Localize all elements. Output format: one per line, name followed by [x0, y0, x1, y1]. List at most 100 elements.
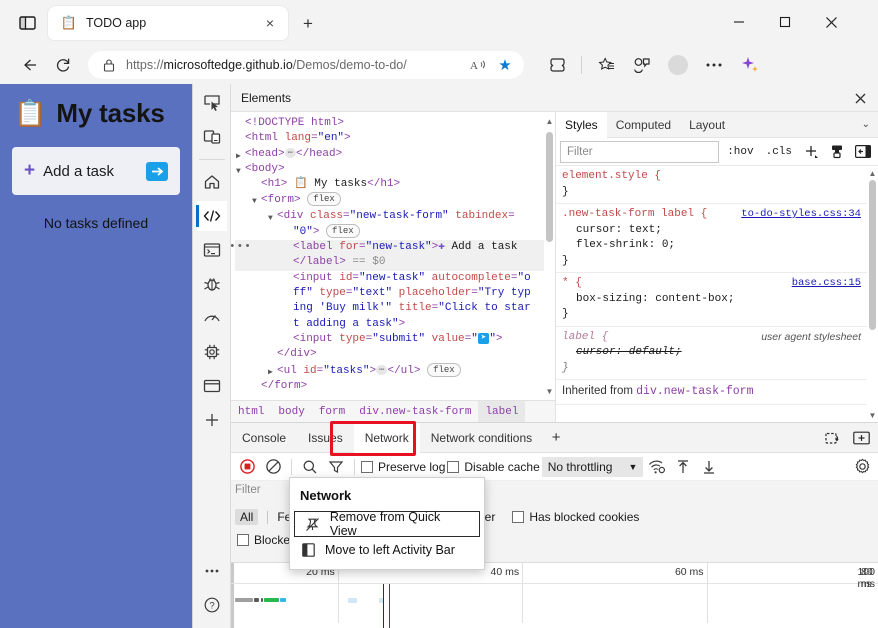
scroll-thumb[interactable]: [546, 132, 553, 242]
scroll-down-icon[interactable]: ▼: [544, 384, 555, 398]
scroll-up-icon[interactable]: ▲: [544, 114, 555, 128]
memory-chip-icon[interactable]: [197, 337, 227, 367]
dom-node[interactable]: ▼ <form> flex: [235, 192, 544, 208]
tab-issues[interactable]: Issues: [297, 423, 354, 453]
breadcrumb[interactable]: html body form div.new-task-form label: [231, 400, 555, 423]
breadcrumb-item-div-new-task-form[interactable]: div.new-task-form: [352, 401, 478, 423]
styles-scrollbar[interactable]: ▲ ▼: [867, 166, 878, 422]
dom-node[interactable]: ing 'Buy milk'" title="Click to star: [235, 301, 544, 316]
preserve-log-checkbox[interactable]: Preserve log: [361, 460, 445, 474]
close-icon[interactable]: [848, 87, 872, 109]
elements-code-icon[interactable]: [195, 201, 227, 231]
css-selector[interactable]: .new-task-form label {: [562, 208, 707, 220]
dom-scrollbar[interactable]: ▲ ▼: [544, 112, 555, 400]
dom-node[interactable]: </form>: [235, 379, 544, 394]
back-icon[interactable]: [12, 50, 46, 80]
browser-essentials-icon[interactable]: [627, 51, 657, 79]
breadcrumb-item-html[interactable]: html: [231, 401, 271, 423]
checkbox-icon[interactable]: [237, 534, 249, 546]
console-icon[interactable]: [197, 235, 227, 265]
dom-node[interactable]: ff" type="text" placeholder="Try typ: [235, 286, 544, 301]
network-filter-input[interactable]: Filter: [235, 484, 293, 502]
context-menu-item-move-to-left-activity-bar[interactable]: Move to left Activity Bar: [290, 537, 484, 563]
new-task-form[interactable]: + Add a task: [12, 147, 180, 195]
styles-filter-input[interactable]: Filter: [560, 140, 720, 163]
add-task-label[interactable]: Add a task: [43, 163, 138, 180]
dom-node[interactable]: ▶ <ul id="tasks"> ⋯ </ul> flex: [235, 362, 544, 380]
scroll-down-icon[interactable]: ▼: [867, 408, 878, 422]
css-declaration[interactable]: flex-shrink: 0;: [562, 238, 861, 254]
search-icon[interactable]: [298, 455, 322, 479]
settings-gear-icon[interactable]: [850, 455, 874, 479]
dom-node[interactable]: ▶ <head> ⋯ </head>: [235, 147, 544, 162]
cls-button[interactable]: .cls: [762, 141, 796, 163]
minimize-icon[interactable]: [716, 6, 762, 38]
settings-more-icon[interactable]: [699, 51, 729, 79]
address-bar[interactable]: https://microsoftedge.github.io/Demos/de…: [88, 51, 524, 79]
export-har-icon[interactable]: [697, 455, 721, 479]
toggle-sidebar-icon[interactable]: [852, 141, 874, 163]
css-selector[interactable]: * {: [562, 277, 582, 289]
dom-tree[interactable]: <!DOCTYPE html> <html lang="en"> ▶ <head> ⋯ <…: [231, 112, 544, 400]
browser-tab[interactable]: 📋 TODO app ×: [48, 6, 288, 40]
dom-node[interactable]: ••• <label for="new-task">✚ Add a task: [231, 240, 544, 256]
tab-computed[interactable]: Computed: [607, 112, 680, 138]
dock-side-icon[interactable]: [820, 425, 846, 451]
css-rule[interactable]: label {user agent stylesheet cursor: defa…: [556, 327, 867, 380]
dom-node[interactable]: <html lang="en">: [235, 131, 544, 146]
favorite-star-icon[interactable]: ★: [492, 53, 518, 77]
css-source-link[interactable]: to-do-styles.css:34: [741, 207, 861, 223]
new-style-rule-icon[interactable]: [800, 141, 822, 163]
close-drawer-icon[interactable]: [848, 425, 874, 451]
split-screen-icon[interactable]: [542, 51, 572, 79]
dom-node[interactable]: </label> == $0: [235, 255, 544, 271]
copy-styles-icon[interactable]: [826, 141, 848, 163]
css-rule[interactable]: .new-task-form label { to-do-styles.css:3…: [556, 204, 867, 273]
read-aloud-icon[interactable]: A: [466, 53, 492, 77]
dom-node[interactable]: t adding a task">: [235, 317, 544, 332]
dom-node[interactable]: </div>: [235, 347, 544, 362]
scroll-thumb[interactable]: [869, 180, 876, 330]
css-declaration[interactable]: cursor: text;: [562, 223, 861, 239]
checkbox-icon[interactable]: [447, 460, 460, 473]
network-conditions-icon[interactable]: [645, 455, 669, 479]
application-window-icon[interactable]: [197, 371, 227, 401]
tab-layout[interactable]: Layout: [680, 112, 734, 138]
add-tool-icon[interactable]: [197, 405, 227, 435]
context-menu-item-remove-from-quick-view[interactable]: Remove from Quick View: [294, 510, 480, 538]
network-tab-context-menu[interactable]: Network Remove from Quick View Move to l…: [289, 477, 485, 570]
maximize-icon[interactable]: [762, 6, 808, 38]
css-declaration[interactable]: box-sizing: content-box;: [562, 292, 861, 308]
filter-icon[interactable]: [324, 455, 348, 479]
more-tools-icon[interactable]: [197, 556, 227, 586]
breadcrumb-item-form[interactable]: form: [312, 401, 352, 423]
dom-node[interactable]: <h1> 📋 My tasks</h1>: [235, 177, 544, 192]
window-close-icon[interactable]: [808, 6, 854, 38]
checkbox-icon[interactable]: [512, 511, 525, 523]
breadcrumb-item-body[interactable]: body: [271, 401, 311, 423]
help-icon[interactable]: ?: [197, 590, 227, 620]
timeline-bars[interactable]: [231, 584, 878, 628]
css-selector[interactable]: element.style {: [562, 170, 661, 182]
reload-icon[interactable]: [46, 50, 80, 80]
throttling-select[interactable]: No throttling ▼: [541, 456, 644, 477]
hov-button[interactable]: :hov: [723, 141, 757, 163]
dom-node[interactable]: ▼ <div class="new-task-form" tabindex=: [235, 209, 544, 224]
dom-node[interactable]: ▼ <body>: [235, 162, 544, 177]
breadcrumb-item-label[interactable]: label: [478, 400, 526, 423]
tab-actions-icon[interactable]: [14, 11, 40, 35]
disable-cache-checkbox[interactable]: Disable cache: [447, 460, 540, 474]
add-tab-icon[interactable]: +: [543, 425, 569, 451]
disclosure-triangle-icon[interactable]: ▶: [268, 365, 273, 380]
submit-button[interactable]: [146, 161, 168, 181]
new-tab-button[interactable]: +: [296, 12, 320, 36]
close-icon[interactable]: ×: [260, 13, 280, 33]
chevron-down-icon[interactable]: ⌄: [862, 119, 870, 130]
tab-elements[interactable]: Elements: [231, 84, 301, 112]
import-har-icon[interactable]: [671, 455, 695, 479]
css-selector[interactable]: label {: [562, 331, 608, 343]
clear-icon[interactable]: [261, 455, 285, 479]
device-emulation-icon[interactable]: [197, 122, 227, 152]
css-declaration[interactable]: cursor: default;: [562, 345, 861, 361]
sources-debugger-icon[interactable]: [197, 269, 227, 299]
